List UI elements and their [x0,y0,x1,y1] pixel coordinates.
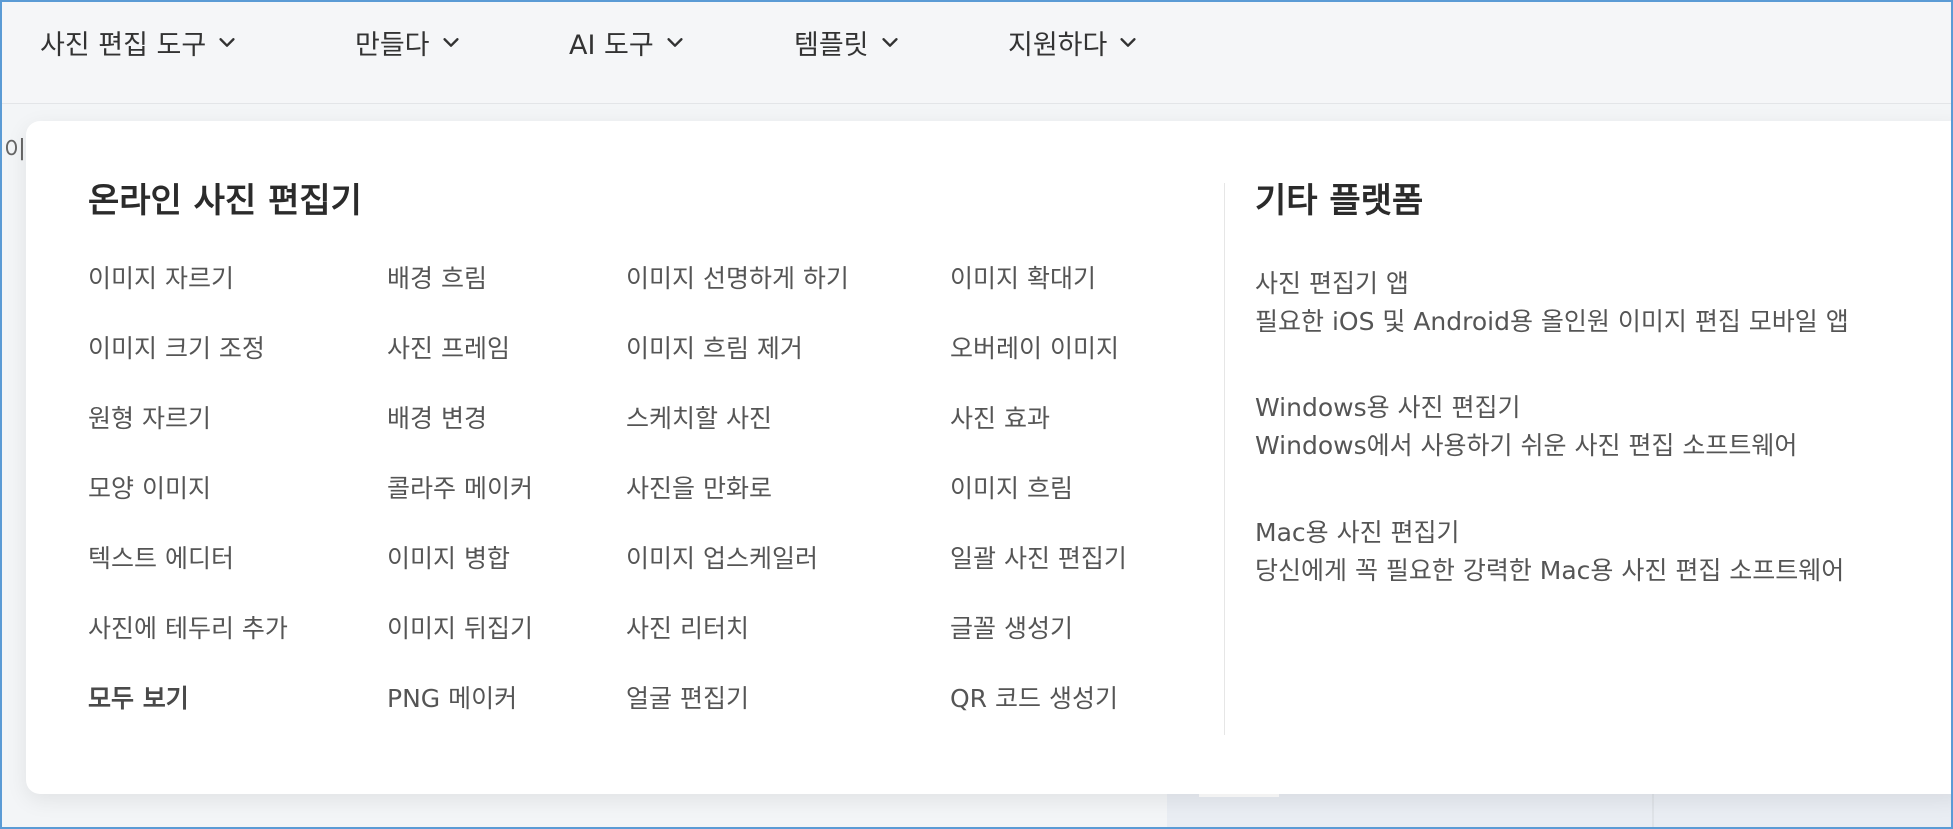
tool-link[interactable]: 이미지 크기 조정 [88,329,265,365]
tool-link[interactable]: 배경 흐림 [387,259,487,295]
tool-link[interactable]: 이미지 흐림 [950,469,1073,505]
nav-ai-tools[interactable]: AI 도구 [569,20,686,64]
tool-link[interactable]: PNG 메이커 [387,679,517,715]
online-photo-editor-heading: 온라인 사진 편집기 [88,181,362,221]
chevron-down-icon [664,31,686,53]
tool-link[interactable]: 사진에 테두리 추가 [88,609,288,645]
tool-link[interactable]: 일괄 사진 편집기 [950,539,1127,575]
tool-link[interactable]: 사진 효과 [950,399,1050,435]
other-platforms-heading: 기타 플랫폼 [1255,181,1424,221]
tool-link[interactable]: 배경 변경 [387,399,487,435]
tool-link[interactable]: 이미지 확대기 [950,259,1096,295]
tool-link[interactable]: 글꼴 생성기 [950,609,1073,645]
background-page-text: 이 [4,136,24,164]
tool-link[interactable]: 원형 자르기 [88,399,211,435]
nav-support[interactable]: 지원하다 [1008,20,1139,64]
tool-link[interactable]: 오버레이 이미지 [950,329,1119,365]
platform-description: 필요한 iOS 및 Android용 올인원 이미지 편집 모바일 앱 [1255,307,1849,336]
tool-link[interactable]: 스케치할 사진 [626,399,772,435]
platform-description: Windows에서 사용하기 쉬운 사진 편집 소프트웨어 [1255,431,1798,460]
tool-link[interactable]: 텍스트 에디터 [88,539,234,575]
nav-label: 템플릿 [794,29,869,61]
nav-label: AI 도구 [569,29,654,61]
tool-link[interactable]: 이미지 선명하게 하기 [626,259,849,295]
tool-link[interactable]: QR 코드 생성기 [950,679,1118,715]
tool-link[interactable]: 이미지 자르기 [88,259,234,295]
section-divider [1224,183,1225,735]
tool-link[interactable]: 사진을 만화로 [626,469,772,505]
tool-link[interactable]: 이미지 업스케일러 [626,539,818,575]
platform-title: Mac용 사진 편집기 [1255,518,1460,547]
nav-create[interactable]: 만들다 [355,20,462,64]
platform-description: 당신에게 꼭 필요한 강력한 Mac용 사진 편집 소프트웨어 [1255,556,1845,585]
tool-link[interactable]: 얼굴 편집기 [626,679,749,715]
chevron-down-icon [440,31,462,53]
view-all-link[interactable]: 모두 보기 [88,679,189,715]
platform-title: Windows용 사진 편집기 [1255,393,1521,422]
tool-link[interactable]: 이미지 뒤집기 [387,609,533,645]
nav-label: 지원하다 [1008,29,1108,61]
tool-link[interactable]: 모양 이미지 [88,469,211,505]
nav-photo-editing-tools[interactable]: 사진 편집 도구 [40,20,238,64]
platform-windows[interactable]: Windows용 사진 편집기 Windows에서 사용하기 쉬운 사진 편집 … [1255,389,1797,465]
nav-label: 만들다 [355,29,430,61]
top-navigation: 사진 편집 도구 만들다 AI 도구 템플릿 지원하다 [2,2,1951,104]
tool-link[interactable]: 이미지 병합 [387,539,510,575]
tool-link[interactable]: 콜라주 메이커 [387,469,533,505]
chevron-down-icon [879,31,901,53]
tool-link[interactable]: 사진 프레임 [387,329,510,365]
platform-mac[interactable]: Mac용 사진 편집기 당신에게 꼭 필요한 강력한 Mac용 사진 편집 소프… [1255,514,1844,590]
platform-mobile-app[interactable]: 사진 편집기 앱 필요한 iOS 및 Android용 올인원 이미지 편집 모… [1255,265,1849,341]
tool-link[interactable]: 이미지 흐림 제거 [626,329,803,365]
photo-editing-tools-dropdown: 온라인 사진 편집기 이미지 자르기이미지 크기 조정원형 자르기모양 이미지텍… [26,121,1951,794]
browser-frame: 사진 편집 도구 만들다 AI 도구 템플릿 지원하다 이 온라인 사진 편집기… [0,0,1953,829]
chevron-down-icon [1117,31,1139,53]
tool-link[interactable]: 사진 리터치 [626,609,749,645]
platform-title: 사진 편집기 앱 [1255,269,1409,298]
nav-label: 사진 편집 도구 [40,29,207,61]
chevron-down-icon [216,31,238,53]
nav-templates[interactable]: 템플릿 [794,20,901,64]
